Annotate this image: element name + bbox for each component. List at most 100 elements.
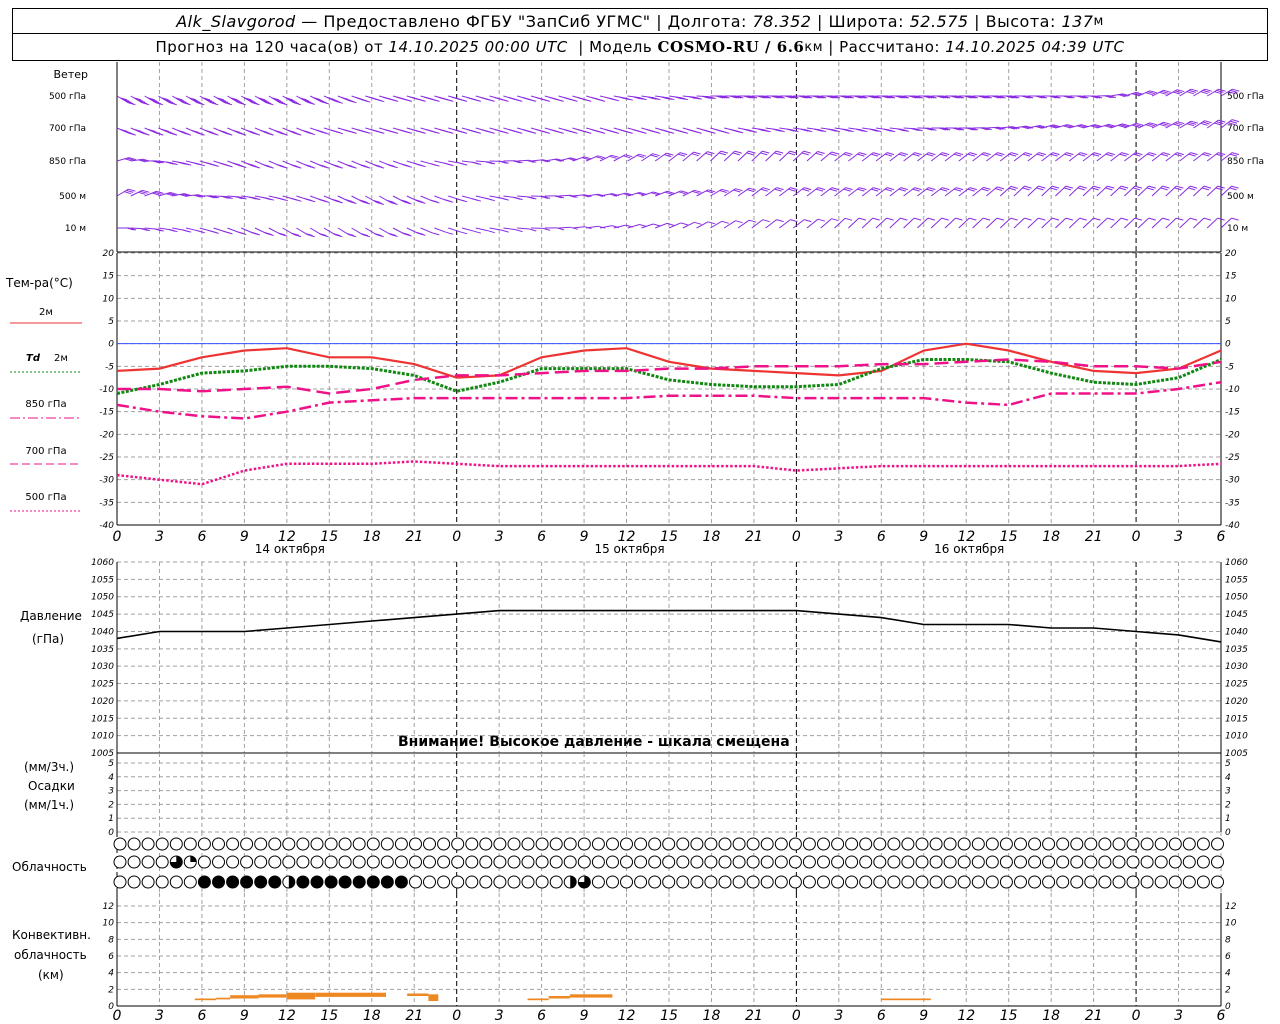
temp-ytick-left: -25	[99, 453, 114, 463]
wind-barb-flag	[940, 153, 948, 157]
wind-level-label-right: 850 гПа	[1227, 157, 1264, 167]
cloud-cover-symbol	[957, 855, 971, 869]
wind-barb-flag	[329, 129, 337, 133]
precip-ytick-right: 1	[1225, 814, 1231, 824]
wind-barb-flag	[1146, 187, 1154, 191]
conv-cloud-bar	[194, 998, 216, 1001]
wind-barb-flag	[1036, 187, 1044, 191]
wind-barb-flag	[912, 188, 920, 192]
wind-barb-flag	[1229, 153, 1238, 157]
cloud-cover-symbol	[1154, 855, 1168, 869]
cloud-cover-symbol	[774, 855, 788, 869]
wind-barb-flag	[1231, 185, 1239, 189]
cloud-cover-symbol	[774, 875, 788, 889]
cloud-cover-symbol	[1211, 837, 1224, 851]
pressure-ytick-right: 1040	[1225, 627, 1248, 637]
wind-barb-flag	[969, 187, 977, 191]
wind-barb-flag	[515, 229, 523, 233]
wind-barb-flag	[701, 129, 710, 133]
wind-barb-flag	[459, 231, 468, 235]
wind-barb-staff	[710, 220, 723, 229]
pressure-ytick-left: 1015	[91, 714, 114, 724]
wind-barb-flag	[981, 153, 989, 157]
cloud-cover-symbol	[802, 837, 816, 851]
wind-barb-flag	[664, 154, 672, 158]
cloud-cover-symbol	[788, 837, 802, 851]
temp-hour-label: 6	[877, 529, 886, 545]
conv-ytick-right: 8	[1225, 935, 1231, 945]
cloud-cover-symbol	[141, 875, 155, 889]
wind-barb-flag	[430, 163, 438, 167]
cloud-cover-symbol	[915, 875, 929, 889]
cloud-cover-symbol	[704, 875, 718, 889]
wind-barb-flag	[1036, 153, 1044, 157]
wind-barb-staff	[572, 226, 585, 229]
wind-barb-flag	[1147, 153, 1155, 157]
wind-barb-flag	[1216, 153, 1224, 157]
wind-barb-flag	[501, 229, 509, 233]
cloud-cover-symbol	[366, 837, 380, 851]
cloud-cover-symbol	[479, 875, 493, 889]
wind-barb-flag	[1107, 152, 1115, 156]
cloud-cover-symbol	[859, 875, 873, 889]
cloud-cover-symbol	[901, 875, 915, 889]
cloud-cover-symbol	[873, 855, 887, 869]
conv-cloud-bar	[569, 994, 613, 998]
wind-barb-flag	[776, 219, 784, 223]
cloud-cover-symbol	[226, 837, 240, 851]
cloud-cover-symbol	[380, 875, 394, 889]
temp-hour-label: 0	[1132, 529, 1141, 545]
wind-barb-flag	[746, 152, 754, 156]
wind-barb-staff	[434, 227, 447, 233]
temp-hour-label: 9	[240, 529, 249, 545]
wind-barb-flag	[1204, 152, 1212, 156]
wind-barb-flag	[1203, 185, 1212, 189]
cloud-cover-symbol	[141, 855, 155, 869]
cloud-cover-symbol	[985, 875, 999, 889]
legend-label-t500: 500 гПа	[25, 492, 66, 503]
wind-barb-flag	[384, 129, 392, 133]
wind-barb-flag	[1231, 217, 1239, 221]
conv-ytick-left: 12	[103, 902, 115, 912]
legend-label-t2m: 2м	[39, 307, 53, 318]
cloud-cover-symbol	[634, 855, 648, 869]
conv-hour-label: 0	[1132, 1008, 1141, 1024]
wind-barb-flag	[508, 97, 517, 101]
precip-ytick-right: 3	[1225, 787, 1231, 797]
wind-barb-flag	[494, 129, 503, 133]
wind-barb-flag	[1051, 185, 1060, 189]
temp-hour-label: 3	[1174, 529, 1183, 545]
wind-barb-flag	[898, 188, 906, 192]
cloud-cover-symbol	[113, 855, 127, 869]
wind-barb-flag	[817, 218, 826, 222]
wind-barb-flag	[983, 152, 991, 156]
temp-ytick-right: -40	[1225, 521, 1240, 531]
wind-barb-flag	[550, 129, 558, 133]
wind-barb-flag	[858, 217, 867, 221]
cloud-cover-symbol	[296, 855, 310, 869]
wind-barb-flag	[928, 187, 936, 191]
wind-level-label-right: 10 м	[1227, 224, 1248, 234]
conv-hour-label: 15	[1000, 1008, 1018, 1024]
conv-hour-label: 0	[792, 1008, 801, 1024]
cloud-cover-symbol	[718, 855, 732, 869]
cloud-cover-symbol	[409, 875, 422, 889]
cloud-cover-symbol	[957, 875, 971, 889]
wind-barb-flag	[646, 129, 655, 133]
conv-hour-label: 9	[240, 1008, 249, 1024]
wind-barb-flag	[1038, 185, 1046, 189]
cloud-cover-symbol	[563, 837, 577, 851]
cloud-cover-symbol	[1056, 837, 1070, 851]
cloud-cover-fill	[190, 856, 197, 862]
wind-barb-flag	[451, 96, 459, 100]
wind-barb-flag	[1024, 185, 1032, 189]
temp-ytick-right: -15	[1225, 408, 1240, 418]
cloud-cover-symbol	[1042, 837, 1056, 851]
wind-barb-flag	[859, 152, 867, 156]
wind-barb-staff	[696, 221, 709, 229]
cloud-cover-symbol	[169, 837, 183, 851]
wind-barb-flag	[967, 153, 975, 157]
cloud-cover-symbol	[873, 875, 887, 889]
cloud-cover-symbol	[901, 837, 915, 851]
cloud-cover-symbol	[606, 875, 619, 889]
